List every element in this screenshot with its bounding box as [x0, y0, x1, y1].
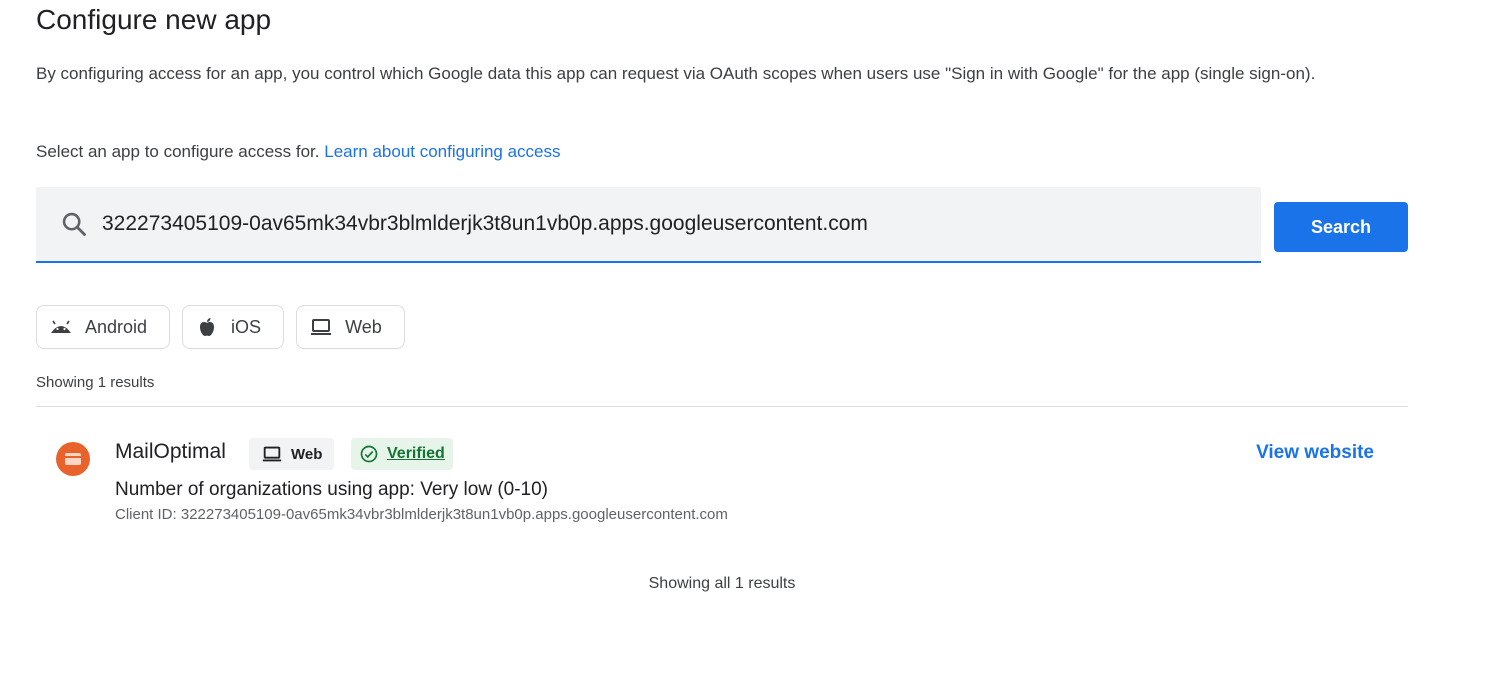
laptop-icon [262, 446, 282, 462]
select-prompt: Select an app to configure access for. [36, 142, 320, 161]
filter-chip-label: iOS [231, 316, 262, 337]
results-count: Showing 1 results [36, 374, 155, 391]
filter-chip-label: Android [85, 316, 148, 337]
filter-chip-web[interactable]: Web [296, 305, 405, 349]
filter-chip-android[interactable]: Android [36, 305, 171, 349]
android-icon [51, 320, 71, 333]
mailoptimal-logo-icon [56, 442, 90, 476]
client-id: Client ID: 322273405109-0av65mk34vbr3blm… [115, 506, 728, 523]
verified-badge-label: Verified [387, 445, 445, 462]
search-field[interactable] [36, 187, 1261, 263]
page-title: Configure new app [36, 4, 272, 35]
apple-icon [200, 318, 215, 336]
results-divider [36, 406, 1408, 407]
platform-filter-chips: Android iOS Web [36, 305, 405, 349]
search-input[interactable] [102, 204, 1261, 244]
laptop-icon [311, 319, 332, 335]
learn-configuring-access-link[interactable]: Learn about configuring access [324, 142, 560, 161]
platform-badge-label: Web [291, 445, 323, 463]
results-footer: Showing all 1 results [648, 575, 796, 592]
page-description: By configuring access for an app, you co… [36, 64, 1316, 83]
check-circle-icon [360, 445, 378, 463]
search-button[interactable]: Search [1274, 202, 1408, 252]
search-icon [62, 212, 86, 236]
platform-badge: Web [249, 438, 335, 470]
organizations-count: Number of organizations using app: Very … [115, 479, 549, 500]
result-row[interactable]: MailOptimal Web Verified Number of organ… [36, 436, 1408, 536]
app-name: MailOptimal [115, 440, 226, 463]
view-website-link[interactable]: View website [1256, 442, 1374, 464]
filter-chip-ios[interactable]: iOS [182, 305, 285, 349]
select-prompt-line: Select an app to configure access for. L… [36, 139, 561, 165]
verified-badge[interactable]: Verified [351, 438, 453, 470]
filter-chip-label: Web [345, 316, 382, 337]
